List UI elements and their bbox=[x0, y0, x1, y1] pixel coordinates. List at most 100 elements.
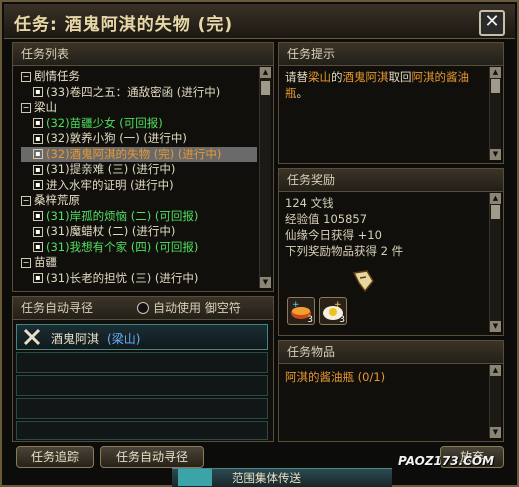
scroll-thumb[interactable] bbox=[491, 79, 500, 93]
quest-list-item[interactable]: ▪ (32)苗疆少女 (可回报) bbox=[21, 116, 257, 132]
collapse-toggle-icon[interactable]: − bbox=[21, 257, 31, 268]
hint-text: 的 bbox=[331, 70, 343, 84]
quest-label: (31)长老的担忧 (三) (进行中) bbox=[46, 270, 199, 285]
quest-list-item[interactable]: ▪ 进入水牢的证明 (进行中) bbox=[21, 178, 257, 194]
scroll-down-icon[interactable]: ▼ bbox=[490, 321, 501, 332]
quest-label: 进入水牢的证明 (进行中) bbox=[46, 177, 174, 192]
auto-path-slot[interactable] bbox=[16, 421, 268, 440]
target-npc-name: 酒鬼阿淇 bbox=[51, 332, 100, 346]
quest-bullet-icon: ▪ bbox=[33, 226, 43, 237]
scroll-up-icon[interactable]: ▲ bbox=[260, 67, 271, 78]
quest-list-item[interactable]: ▪ (32)酒鬼阿淇的失物 (完) (进行中) bbox=[21, 146, 257, 162]
quest-bullet-icon: ▪ bbox=[33, 273, 43, 283]
scroll-down-icon[interactable]: ▼ bbox=[260, 277, 271, 288]
quest-category-label: 苗疆 bbox=[34, 255, 57, 269]
food-bowl-icon[interactable]: + 3 bbox=[287, 297, 315, 325]
crossed-swords-icon bbox=[23, 328, 41, 346]
auto-path-button[interactable]: 任务自动寻径 bbox=[100, 446, 204, 468]
site-watermark: PAOZ173.COM bbox=[398, 454, 495, 468]
target-place-link[interactable]: (梁山) bbox=[107, 330, 140, 347]
auto-path-target-row[interactable]: 酒鬼阿淇 (梁山) bbox=[16, 324, 268, 350]
quest-hint-panel: 任务提示 请替梁山的酒鬼阿淇取回阿淇的酱油瓶。 ▲ ▼ bbox=[278, 42, 504, 164]
quest-category[interactable]: − 桑梓荒原 bbox=[21, 193, 257, 209]
teleport-label: 范围集体传送 bbox=[232, 471, 301, 485]
scroll-up-icon[interactable]: ▲ bbox=[490, 193, 501, 204]
quest-items-panel: 任务物品 阿淇的酱油瓶 (0/1) ▲ ▼ bbox=[278, 340, 504, 442]
quest-list-item[interactable]: ▪ (31)岸孤的烦恼 (二) (可回报) bbox=[21, 209, 257, 225]
scroll-up-icon[interactable]: ▲ bbox=[490, 365, 501, 376]
quest-label: (31)岸孤的烦恼 (二) (可回报) bbox=[46, 208, 199, 223]
scroll-down-icon[interactable]: ▼ bbox=[490, 149, 501, 160]
quest-item-line: 阿淇的酱油瓶 (0/1) bbox=[285, 370, 386, 384]
auto-use-checkbox[interactable] bbox=[137, 302, 149, 314]
quest-bullet-icon: ▪ bbox=[33, 133, 43, 144]
quest-list-item[interactable]: ▪ (31)长老的担忧 (三) (进行中) bbox=[21, 271, 257, 287]
scroll-down-icon[interactable]: ▼ bbox=[490, 427, 501, 438]
item-count: 3 bbox=[339, 315, 345, 325]
reward-exp: 经验值 105857 bbox=[285, 212, 368, 226]
quest-list-header: 任务列表 bbox=[13, 43, 273, 66]
cursor-hand-icon bbox=[351, 269, 377, 296]
quest-list-panel: 任务列表 − 剧情任务 ▪ (33)卷四之五：通敌密函 (进行中) − 梁山 ▪ (32)苗疆… bbox=[12, 42, 274, 292]
quest-list-item[interactable]: ▪ (31)我想有个家 (四) (可回报) bbox=[21, 240, 257, 256]
quest-bullet-icon: ▪ bbox=[33, 164, 43, 175]
hint-scrollbar[interactable]: ▲ ▼ bbox=[489, 67, 501, 160]
quest-window: 任务: 酒鬼阿淇的失物 (完) ✕ 任务列表 − 剧情任务 ▪ (33)卷四之五：通敌… bbox=[0, 0, 519, 487]
quest-bullet-icon: ▪ bbox=[33, 149, 43, 159]
track-quest-button[interactable]: 任务追踪 bbox=[16, 446, 94, 468]
teleport-bar[interactable]: 范围集体传送 bbox=[172, 468, 392, 487]
quest-list-item[interactable]: ▪ (33)卷四之五：通敌密函 (进行中) bbox=[21, 85, 257, 101]
auto-path-title: 任务自动寻径 bbox=[21, 301, 94, 315]
target-place[interactable]: 梁山 bbox=[112, 332, 136, 346]
collapse-toggle-icon[interactable]: − bbox=[21, 71, 31, 82]
quest-bullet-icon: ▪ bbox=[33, 211, 43, 221]
teleport-progress bbox=[178, 469, 212, 486]
quest-hint-header: 任务提示 bbox=[279, 43, 503, 66]
auto-path-slot[interactable] bbox=[16, 375, 268, 396]
quest-list-item[interactable]: ▪ (31)魔蜡杖 (二) (进行中) bbox=[21, 224, 257, 240]
scroll-up-icon[interactable]: ▲ bbox=[490, 67, 501, 78]
reward-money: 124 文钱 bbox=[285, 196, 334, 210]
reward-xianyuan: 仙缘今日获得 +10 bbox=[285, 228, 382, 242]
quest-category-label: 剧情任务 bbox=[34, 69, 80, 83]
quest-bullet-icon: ▪ bbox=[33, 118, 43, 128]
quest-category[interactable]: − 梁山 bbox=[21, 100, 257, 116]
quest-label: (32)酒鬼阿淇的失物 (完) (进行中) bbox=[46, 146, 222, 161]
hint-highlight: 梁山 bbox=[308, 70, 331, 84]
fried-egg-icon[interactable]: + 3 bbox=[319, 297, 347, 325]
collapse-toggle-icon[interactable]: − bbox=[21, 102, 31, 113]
quest-category-label: 梁山 bbox=[34, 100, 57, 114]
auto-path-slot[interactable] bbox=[16, 398, 268, 419]
quest-list-item[interactable]: ▪ (32)敦养小狗 (一) (进行中) bbox=[21, 131, 257, 147]
auto-use-label: 自动使用 御空符 bbox=[153, 301, 241, 315]
quest-label: (32)苗疆少女 (可回报) bbox=[46, 115, 163, 130]
quest-bullet-icon: ▪ bbox=[33, 180, 43, 190]
auto-path-slot[interactable] bbox=[16, 352, 268, 373]
hint-text: 。 bbox=[296, 86, 309, 100]
quest-label: (31)提亲难 (三) (进行中) bbox=[46, 162, 176, 176]
quest-label: (32)敦养小狗 (一) (进行中) bbox=[46, 131, 187, 145]
close-button[interactable]: ✕ bbox=[479, 10, 505, 36]
quest-category-label: 桑梓荒原 bbox=[34, 193, 80, 207]
collapse-toggle-icon[interactable]: − bbox=[21, 195, 31, 206]
reward-text: 124 文钱 经验值 105857 仙缘今日获得 +10 下列奖励物品获得 2 … bbox=[285, 195, 487, 259]
quest-reward-header: 任务奖励 bbox=[279, 169, 503, 192]
reward-scrollbar[interactable]: ▲ ▼ bbox=[489, 193, 501, 332]
reward-items-note: 下列奖励物品获得 2 件 bbox=[285, 244, 404, 258]
quest-category[interactable]: − 剧情任务 bbox=[21, 69, 257, 85]
svg-text:+: + bbox=[292, 300, 300, 310]
title-bar: 任务: 酒鬼阿淇的失物 (完) ✕ bbox=[4, 4, 515, 39]
hint-text: 取回 bbox=[388, 70, 412, 84]
quest-list-item[interactable]: ▪ (31)提亲难 (三) (进行中) bbox=[21, 162, 257, 178]
quest-tree: − 剧情任务 ▪ (33)卷四之五：通敌密函 (进行中) − 梁山 ▪ (32)苗疆少女 (可… bbox=[21, 69, 257, 286]
quest-hint-text: 请替梁山的酒鬼阿淇取回阿淇的酱油瓶。 bbox=[285, 69, 487, 101]
hint-text: 请替 bbox=[285, 70, 308, 84]
quest-label: (31)魔蜡杖 (二) (进行中) bbox=[46, 224, 176, 238]
quest-bullet-icon: ▪ bbox=[33, 242, 43, 252]
quest-list-scrollbar[interactable]: ▲ ▼ bbox=[259, 67, 271, 288]
scroll-thumb[interactable] bbox=[261, 81, 270, 95]
items-scrollbar[interactable]: ▲ ▼ bbox=[489, 365, 501, 438]
scroll-thumb[interactable] bbox=[491, 205, 500, 219]
svg-text:+: + bbox=[334, 300, 342, 310]
quest-category[interactable]: − 苗疆 bbox=[21, 255, 257, 271]
